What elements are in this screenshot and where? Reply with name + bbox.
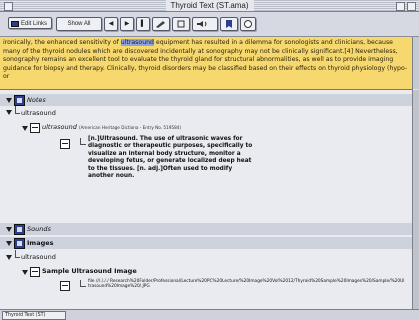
collapse-box-icon[interactable] <box>407 2 416 11</box>
document-text: ironically, the enhanced sensitivity of … <box>0 37 413 84</box>
window-title: Thyroid Text (ST.ama) <box>165 0 254 11</box>
images-category-band <box>0 237 413 249</box>
bookmark-button[interactable] <box>220 17 238 31</box>
tree-connector <box>15 113 20 114</box>
info-button[interactable] <box>240 17 256 31</box>
link-tree: Notes ultrasound ultrasound (American He… <box>0 90 413 310</box>
disclosure-triangle-icon[interactable] <box>22 270 28 275</box>
show-select-label: Show All <box>67 21 91 27</box>
text-before: ironically, the enhanced sensitivity of <box>3 39 121 46</box>
stop-button[interactable]: ▌ <box>136 17 150 31</box>
images-category[interactable]: Images <box>27 237 54 249</box>
stop-icon: ▌ <box>140 21 146 27</box>
file-icon <box>60 281 70 291</box>
notes-category-icon <box>14 95 25 106</box>
app-window: Thyroid Text (ST.ama) Edit Links Show Al… <box>0 0 419 320</box>
tree-scrollbar[interactable] <box>412 90 419 310</box>
delete-button[interactable] <box>172 17 190 31</box>
image-node-icon <box>30 267 40 277</box>
info-icon <box>244 20 252 28</box>
highlighted-term[interactable]: ultrasound <box>120 39 154 46</box>
zoom-box-icon[interactable] <box>396 2 405 11</box>
show-select[interactable]: Show All <box>56 17 102 31</box>
status-label: Thyroid Text (ST) <box>2 311 66 320</box>
document-text-pane[interactable]: ironically, the enhanced sensitivity of … <box>0 37 413 90</box>
edit-button[interactable] <box>152 17 170 31</box>
dictionary-entry-label: ultrasound <box>42 123 77 131</box>
sample-image-node[interactable]: Sample Ultrasound Image <box>42 265 137 277</box>
images-category-label: Images <box>27 239 54 247</box>
title-bar[interactable]: Thyroid Text (ST.ama) <box>0 0 419 12</box>
tree-connector <box>80 286 86 287</box>
notes-category[interactable]: Notes <box>27 94 46 106</box>
bookmark-icon <box>226 20 232 28</box>
text-scrollbar[interactable] <box>412 37 419 89</box>
disclosure-triangle-icon[interactable] <box>6 110 12 115</box>
prev-button[interactable]: ◀ <box>104 17 118 31</box>
view-select-label: Edit Links <box>21 21 48 27</box>
prev-icon: ◀ <box>108 21 114 27</box>
sounds-category-band <box>0 223 413 235</box>
disclosure-triangle-icon[interactable] <box>6 227 12 232</box>
sounds-category-icon <box>14 224 25 235</box>
sounds-category-label: Sounds <box>27 225 51 233</box>
pencil-icon <box>156 21 165 28</box>
notes-category-label: Notes <box>27 96 46 104</box>
dictionary-icon <box>30 123 40 133</box>
disclosure-triangle-icon[interactable] <box>6 241 12 246</box>
trash-icon <box>177 20 185 28</box>
link-icon <box>11 21 19 27</box>
tree-connector <box>15 257 20 258</box>
notes-ultrasound-label: ultrasound <box>21 109 56 117</box>
next-button[interactable]: ▶ <box>120 17 134 31</box>
audio-button[interactable] <box>192 17 218 31</box>
images-ultrasound-label: ultrasound <box>21 253 56 261</box>
notes-ultrasound-node[interactable]: ultrasound <box>21 107 56 119</box>
tree-connector <box>80 144 86 145</box>
images-ultrasound-node[interactable]: ultrasound <box>21 251 56 263</box>
dictionary-entry-node[interactable]: ultrasound (American Heritage Dictiona -… <box>42 121 181 133</box>
status-bar: Thyroid Text (ST) <box>0 309 419 320</box>
disclosure-triangle-icon[interactable] <box>6 255 12 260</box>
disclosure-triangle-icon[interactable] <box>6 98 12 103</box>
view-select[interactable]: Edit Links <box>8 17 52 29</box>
sample-image-label: Sample Ultrasound Image <box>42 267 137 275</box>
next-icon: ▶ <box>124 21 130 27</box>
sounds-category[interactable]: Sounds <box>27 223 51 235</box>
definition-text: [n.]Ultrasound. The use of ultrasonic wa… <box>88 136 253 180</box>
disclosure-triangle-icon[interactable] <box>22 126 28 131</box>
close-box-icon[interactable] <box>4 2 13 11</box>
dictionary-entry-meta: (American Heritage Dictiona - Entry No. … <box>78 125 182 130</box>
toolbar: Edit Links Show All ◀ ▶ ▌ <box>0 12 419 37</box>
images-category-icon <box>14 238 25 249</box>
notes-category-band <box>0 94 413 106</box>
file-path-link[interactable]: file ///./././ Research%20Folder/Profess… <box>88 279 406 290</box>
document-icon <box>60 139 70 149</box>
speaker-icon <box>197 21 207 27</box>
